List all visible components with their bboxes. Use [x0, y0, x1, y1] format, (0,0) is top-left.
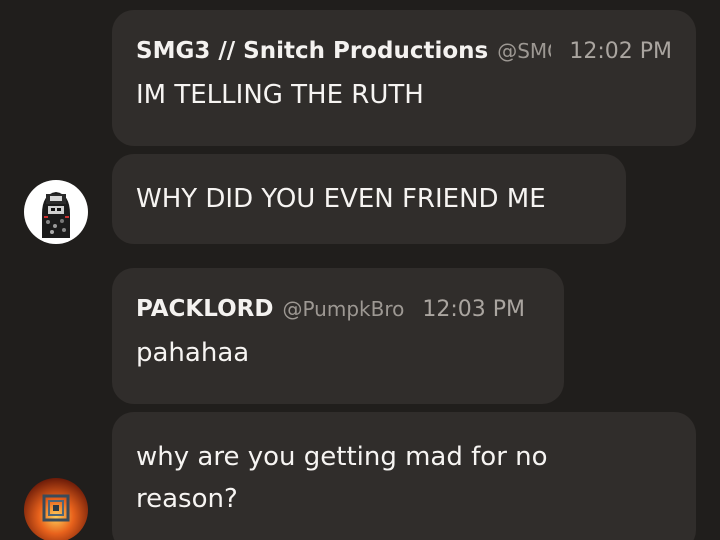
message-header: PACKLORD @PumpkBro 12:03 PM	[136, 296, 540, 326]
smg3-avatar[interactable]	[24, 180, 88, 244]
fiery-cube-avatar-icon	[24, 478, 88, 540]
hooded-snitch-avatar-icon	[24, 180, 88, 244]
message-timestamp: 12:02 PM	[569, 39, 672, 64]
message-text: IM TELLING THE RUTH	[136, 80, 424, 110]
message-bubble[interactable]: WHY DID YOU EVEN FRIEND ME	[112, 154, 626, 244]
packlord-avatar[interactable]	[24, 478, 88, 540]
author-handle[interactable]: @SMG3	[497, 39, 551, 63]
message-header: SMG3 // Snitch Productions @SMG3 12:02 P…	[136, 38, 672, 68]
author-name[interactable]: PACKLORD	[136, 296, 273, 322]
message-bubble[interactable]: SMG3 // Snitch Productions @SMG3 12:02 P…	[112, 10, 696, 146]
message-bubble[interactable]: PACKLORD @PumpkBro 12:03 PM pahahaa	[112, 268, 564, 404]
chat-message-list: SMG3 // Snitch Productions @SMG3 12:02 P…	[0, 0, 720, 540]
message-text: pahahaa	[136, 338, 250, 368]
author-name[interactable]: SMG3 // Snitch Productions	[136, 38, 488, 64]
message-timestamp: 12:03 PM	[422, 297, 525, 322]
message-text: why are you getting mad for no reason?	[136, 442, 548, 514]
author-handle[interactable]: @PumpkBro	[282, 297, 404, 321]
message-bubble[interactable]: why are you getting mad for no reason?	[112, 412, 696, 540]
message-text: WHY DID YOU EVEN FRIEND ME	[136, 184, 546, 214]
